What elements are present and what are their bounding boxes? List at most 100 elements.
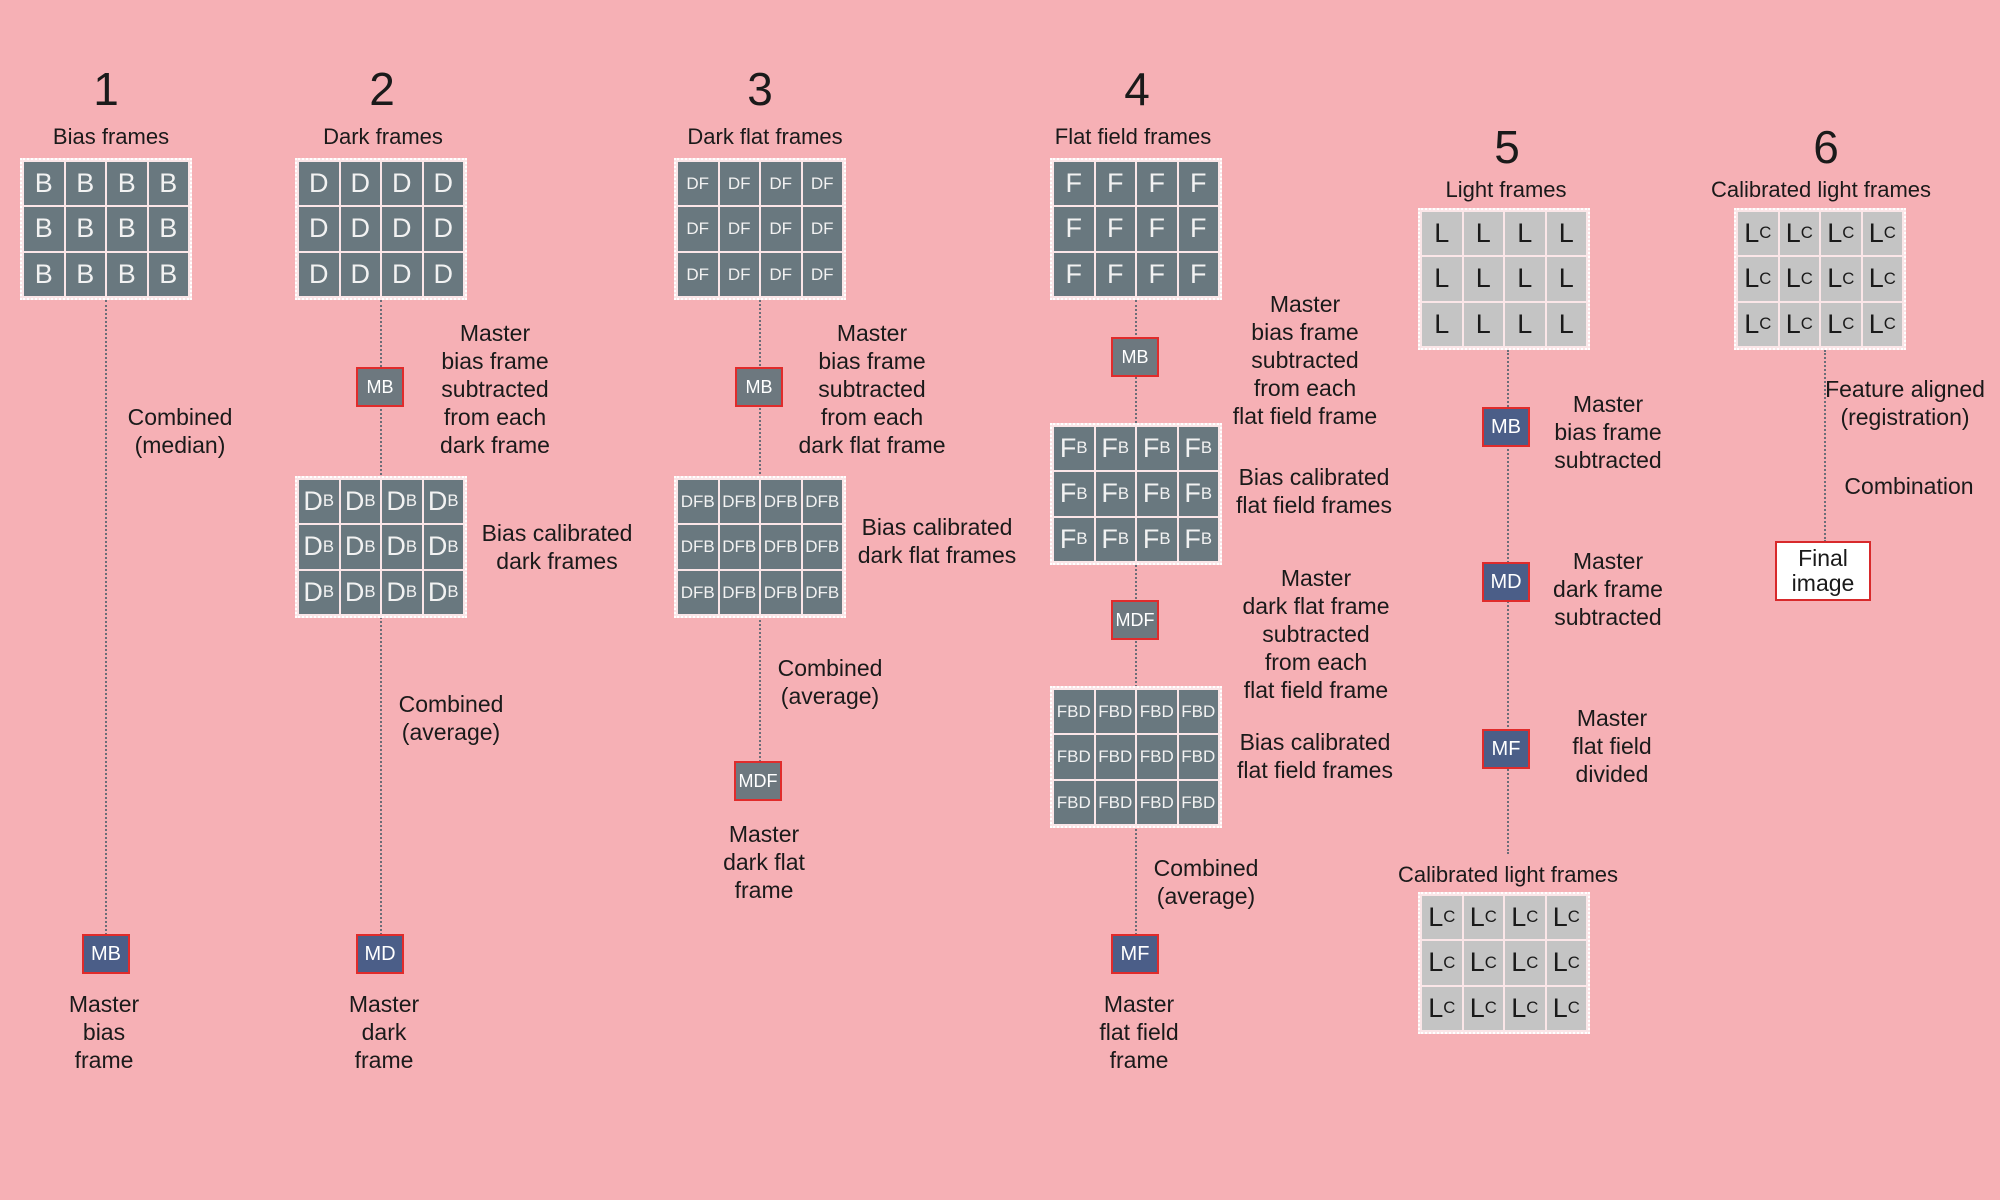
step-6-title: Calibrated light frames <box>1710 177 1932 202</box>
step-6-number: 6 <box>1813 121 1839 173</box>
frame-cell: DB <box>340 525 380 569</box>
master-dark-flat-box: MDF <box>734 761 782 801</box>
step-3-title: Dark flat frames <box>687 124 843 149</box>
frame-cell: LC <box>1862 302 1902 346</box>
step-5-result-title: Calibrated light frames <box>1397 862 1619 887</box>
frame-cell: B <box>107 162 147 206</box>
frame-cell: LC <box>1779 257 1819 301</box>
master-bias-box: MB <box>82 934 130 974</box>
light-frames-grid: LLLLLLLLLLLL <box>1418 208 1590 350</box>
frame-cell: B <box>65 162 105 206</box>
frame-cell: DF <box>719 207 759 251</box>
frame-cell-subscript: B <box>1117 483 1130 503</box>
step-4-calibrated-label: Bias calibrated flat field frames <box>1236 464 1392 518</box>
frame-cell-subscript: C <box>1759 268 1772 288</box>
frame-cell: F <box>1178 252 1218 296</box>
frame-cell-subscript: C <box>1526 997 1539 1017</box>
frame-cell: DB <box>299 480 339 524</box>
step-3-number: 3 <box>747 63 773 115</box>
frame-cell-subscript: B <box>364 536 376 556</box>
frame-cell: FB <box>1095 472 1135 516</box>
frame-cell: DF <box>802 207 842 251</box>
frame-cell: B <box>107 207 147 251</box>
frame-cell: LC <box>1463 941 1503 985</box>
frame-cell: B <box>24 207 64 251</box>
master-flat-box: MF <box>1111 934 1159 974</box>
frame-cell: L <box>1505 302 1545 346</box>
frame-cell: FBD <box>1095 690 1135 734</box>
frame-cell-subscript: C <box>1800 223 1813 243</box>
frame-cell: L <box>1463 257 1503 301</box>
frame-cell: FBD <box>1178 735 1218 779</box>
frame-cell: DFB <box>761 480 801 524</box>
frame-cell: L <box>1422 257 1462 301</box>
step-2-calibrated-label: Bias calibrated dark frames <box>481 520 633 574</box>
master-dark-box: MD <box>356 934 404 974</box>
frame-cell: L <box>1546 302 1586 346</box>
frame-cell-subscript: B <box>447 581 459 601</box>
frame-cell: FBD <box>1095 735 1135 779</box>
frame-cell: FB <box>1137 427 1177 471</box>
frame-cell: DF <box>719 252 759 296</box>
frame-cell: DFB <box>678 525 718 569</box>
frame-cell-subscript: B <box>1200 483 1213 503</box>
step-4-subtract-label: Master bias frame subtracted from each f… <box>1232 291 1378 429</box>
frame-cell: DB <box>340 570 380 614</box>
frame-cell: D <box>340 162 380 206</box>
frame-cell: DFB <box>678 570 718 614</box>
master-bias-label: Master bias frame <box>68 991 140 1073</box>
bias-calibrated-dark-flat-frames-grid: DFB DFB DFB DFB DFB DFB DFB DFB DFB DFB DFB DFB <box>674 476 846 618</box>
frame-cell: FB <box>1178 472 1218 516</box>
frame-cell: DF <box>761 207 801 251</box>
frame-cell: LC <box>1505 896 1545 940</box>
step-6-process-label: Feature aligned (registration) <box>1825 376 1985 430</box>
frame-cell: LC <box>1821 257 1861 301</box>
frame-cell-subscript: C <box>1842 223 1855 243</box>
frame-cell: L <box>1505 257 1545 301</box>
frame-cell: FB <box>1178 517 1218 561</box>
frame-cell-subscript: B <box>1200 438 1213 458</box>
frame-cell-subscript: B <box>364 491 376 511</box>
frame-cell: LC <box>1738 257 1778 301</box>
calibration-diagram: 1 Bias frames BBBBBBBBBBBB Combined (med… <box>0 0 2000 1200</box>
frame-cell: DB <box>299 570 339 614</box>
step-2-title: Dark frames <box>323 124 443 149</box>
frame-cell: D <box>423 162 463 206</box>
frame-cell: FBD <box>1095 780 1135 824</box>
frame-cell: F <box>1095 162 1135 206</box>
frame-cell: DF <box>802 252 842 296</box>
master-bias-subtract-box: MB <box>735 367 783 407</box>
frame-cell: DFB <box>802 570 842 614</box>
frame-cell: DB <box>340 480 380 524</box>
frame-cell: FBD <box>1178 780 1218 824</box>
step-4-calibrated-label-2: Bias calibrated flat field frames <box>1237 729 1393 783</box>
frame-cell: D <box>423 252 463 296</box>
frame-cell-subscript: C <box>1759 313 1772 333</box>
frame-cell: DFB <box>761 525 801 569</box>
master-bias-subtract-box: MB <box>356 367 404 407</box>
frame-cell-subscript: C <box>1526 952 1539 972</box>
frame-cell: DB <box>423 480 463 524</box>
frame-cell: DF <box>678 207 718 251</box>
frame-cell: D <box>423 207 463 251</box>
frame-cell: FBD <box>1054 780 1094 824</box>
frame-cell-subscript: B <box>447 491 459 511</box>
frame-cell-subscript: B <box>1076 528 1088 548</box>
frame-cell: LC <box>1738 302 1778 346</box>
frame-cell: LC <box>1821 212 1861 256</box>
frame-cell-subscript: B <box>322 491 335 511</box>
frame-cell-subscript: B <box>322 581 335 601</box>
frame-cell: DB <box>382 525 422 569</box>
frame-cell: L <box>1422 212 1462 256</box>
step-1-number: 1 <box>93 63 119 115</box>
frame-cell: L <box>1463 212 1503 256</box>
frame-cell-subscript: B <box>1117 528 1130 548</box>
frame-cell: DFB <box>719 525 759 569</box>
frame-cell: B <box>148 207 188 251</box>
frame-cell: FB <box>1137 517 1177 561</box>
frame-cell: F <box>1054 162 1094 206</box>
frame-cell: FB <box>1054 472 1094 516</box>
step-5-title: Light frames <box>1445 177 1567 202</box>
frame-cell: L <box>1505 212 1545 256</box>
calibrated-light-frames-grid: LCLCLCLCLCLCLCLCLCLCLCLC <box>1418 892 1590 1034</box>
